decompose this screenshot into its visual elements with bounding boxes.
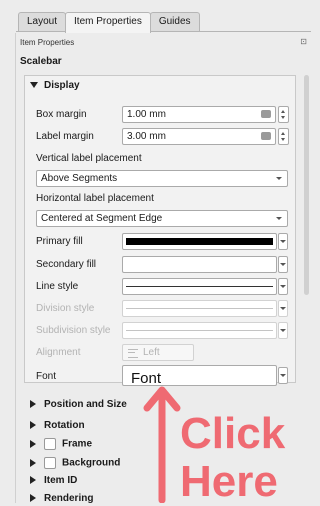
tab-item-properties[interactable]: Item Properties xyxy=(65,12,151,33)
annotation-here-text: Here xyxy=(180,457,278,506)
annotation-click-text: Click xyxy=(180,409,286,458)
